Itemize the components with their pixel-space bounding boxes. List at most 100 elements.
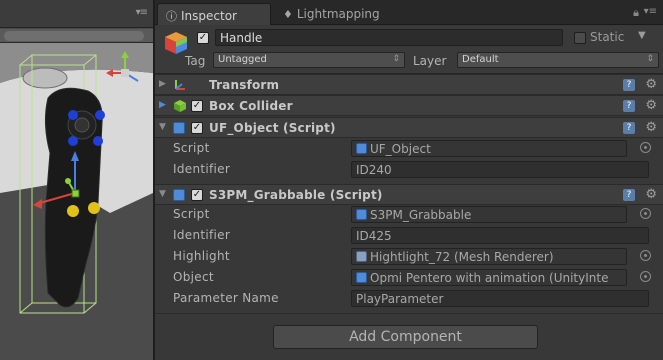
- box-collider-enabled-checkbox[interactable]: ✓: [191, 100, 203, 112]
- identifier-field[interactable]: ID425: [351, 227, 649, 244]
- property-row-script: Script S3PM_Grabbable: [155, 204, 663, 225]
- property-row-identifier: Identifier ID240: [155, 159, 663, 180]
- s3pm-grabbable-enabled-checkbox[interactable]: ✓: [191, 189, 203, 201]
- gear-icon[interactable]: ⚙: [645, 98, 657, 113]
- info-icon: ⓘ: [166, 10, 177, 23]
- property-row-highlight: Highlight Hightlight_72 (Mesh Renderer): [155, 246, 663, 267]
- property-label: Parameter Name: [173, 291, 279, 305]
- box-collider-icon: [174, 100, 186, 112]
- help-icon[interactable]: ?: [623, 122, 635, 134]
- marker-blue-1: [68, 110, 78, 120]
- object-header: ✓ Handle Static ▼ Tag Untagged ⇕ Layer D…: [155, 26, 663, 74]
- component-uf-object[interactable]: ▼ ✓ UF_Object (Script) ? ⚙: [155, 117, 663, 138]
- highlight-reference-field[interactable]: Hightlight_72 (Mesh Renderer): [351, 248, 627, 265]
- inspector-panel: ⓘ Inspector ♦ Lightmapping 🔒︎ ▾≡ ✓ Handle …: [153, 0, 663, 360]
- component-box-collider[interactable]: ▶ ✓ Box Collider ? ⚙: [155, 95, 663, 116]
- tab-lightmapping-label: Lightmapping: [296, 7, 380, 21]
- foldout-expanded-icon[interactable]: ▼: [159, 189, 166, 199]
- property-row-script: Script UF_Object: [155, 138, 663, 159]
- handle-knob-center: [74, 117, 90, 133]
- object-reference-field[interactable]: Opmi Pentero with animation (UnityInte: [351, 269, 627, 286]
- script-icon: [173, 189, 185, 201]
- marker-yellow-2: [88, 202, 100, 214]
- layer-dropdown[interactable]: Default ⇕: [457, 52, 659, 68]
- property-row-object: Object Opmi Pentero with animation (Unit…: [155, 267, 663, 288]
- object-picker-icon[interactable]: [640, 250, 651, 261]
- uf-object-enabled-checkbox[interactable]: ✓: [191, 122, 203, 134]
- scene-search-input[interactable]: [4, 31, 144, 41]
- scene-toolbar: ▾≡: [0, 0, 153, 28]
- static-dropdown-icon[interactable]: ▼: [638, 30, 646, 41]
- marker-blue-2: [95, 110, 105, 120]
- scene-search-bar[interactable]: [0, 29, 153, 43]
- component-title: UF_Object (Script): [209, 121, 336, 135]
- layer-dropdown-icon: ⇕: [646, 54, 654, 64]
- parameter-name-field[interactable]: PlayParameter: [351, 290, 649, 307]
- help-icon[interactable]: ?: [623, 79, 635, 91]
- property-label: Highlight: [173, 249, 230, 263]
- tab-inspector[interactable]: ⓘ Inspector: [157, 3, 271, 25]
- scene-canvas[interactable]: [0, 43, 153, 360]
- script-icon: [356, 272, 367, 283]
- component-title: S3PM_Grabbable (Script): [209, 188, 383, 202]
- property-label: Script: [173, 207, 210, 221]
- object-picker-icon[interactable]: [640, 271, 651, 282]
- object-name-field[interactable]: Handle: [215, 29, 563, 46]
- divider: [155, 313, 663, 314]
- foldout-expanded-icon[interactable]: ▼: [159, 122, 166, 132]
- static-checkbox[interactable]: [574, 32, 586, 44]
- script-reference-field[interactable]: UF_Object: [351, 140, 627, 157]
- property-label: Identifier: [173, 228, 231, 242]
- script-icon: [173, 122, 185, 134]
- identifier-field[interactable]: ID240: [351, 161, 649, 178]
- property-label: Object: [173, 270, 214, 284]
- tag-dropdown-icon: ⇕: [392, 54, 400, 64]
- layer-value: Default: [462, 54, 499, 65]
- tab-lightmapping[interactable]: ♦ Lightmapping: [275, 3, 395, 25]
- tag-dropdown[interactable]: Untagged ⇕: [213, 52, 405, 68]
- component-title: Transform: [209, 78, 280, 92]
- help-icon[interactable]: ?: [623, 100, 635, 112]
- property-label: Script: [173, 141, 210, 155]
- gear-icon[interactable]: ⚙: [645, 77, 657, 92]
- static-label: Static: [590, 30, 625, 44]
- panel-menu-icon[interactable]: ▾≡: [644, 6, 657, 17]
- field-value: S3PM_Grabbable: [370, 208, 472, 222]
- object-picker-icon[interactable]: [640, 208, 651, 219]
- foldout-collapsed-icon[interactable]: ▶: [159, 79, 166, 89]
- marker-blue-4: [93, 136, 103, 146]
- lock-icon[interactable]: 🔒︎: [633, 6, 639, 20]
- gameobject-cube-icon: [165, 32, 187, 54]
- tab-inspector-label: Inspector: [181, 9, 237, 23]
- background-lamp: [22, 67, 68, 89]
- component-transform[interactable]: ▶ Transform ? ⚙: [155, 74, 663, 95]
- tab-bar: ⓘ Inspector ♦ Lightmapping 🔒︎ ▾≡: [155, 0, 663, 25]
- transform-icon: [175, 80, 185, 90]
- script-icon: [356, 209, 367, 220]
- tag-label: Tag: [185, 54, 206, 68]
- add-component-button[interactable]: Add Component: [273, 325, 538, 349]
- foldout-collapsed-icon[interactable]: ▶: [159, 100, 166, 110]
- field-value: UF_Object: [370, 142, 431, 156]
- object-picker-icon[interactable]: [640, 142, 651, 153]
- property-row-identifier: Identifier ID425: [155, 225, 663, 246]
- bulb-icon: ♦: [283, 8, 293, 21]
- property-row-parameter-name: Parameter Name PlayParameter: [155, 288, 663, 309]
- component-s3pm-grabbable[interactable]: ▼ ✓ S3PM_Grabbable (Script) ? ⚙: [155, 184, 663, 205]
- help-icon[interactable]: ?: [623, 189, 635, 201]
- script-icon: [356, 143, 367, 154]
- property-label: Identifier: [173, 162, 231, 176]
- component-title: Box Collider: [209, 99, 293, 113]
- mesh-renderer-icon: [356, 251, 367, 262]
- marker-blue-3: [68, 136, 78, 146]
- unity-editor: ▾≡ ⓘ Inspector ♦ Lightmapping 🔒︎ ▾≡ ✓ Ha…: [0, 0, 663, 360]
- scene-view[interactable]: ▾≡: [0, 0, 153, 360]
- object-active-checkbox[interactable]: ✓: [197, 32, 209, 44]
- gear-icon[interactable]: ⚙: [645, 120, 657, 135]
- scene-menu-icon[interactable]: ▾≡: [136, 7, 148, 18]
- layer-label: Layer: [413, 54, 447, 68]
- marker-yellow-1: [67, 205, 79, 217]
- gear-icon[interactable]: ⚙: [645, 187, 657, 202]
- field-value: Opmi Pentero with animation (UnityInte: [370, 271, 609, 285]
- script-reference-field[interactable]: S3PM_Grabbable: [351, 206, 627, 223]
